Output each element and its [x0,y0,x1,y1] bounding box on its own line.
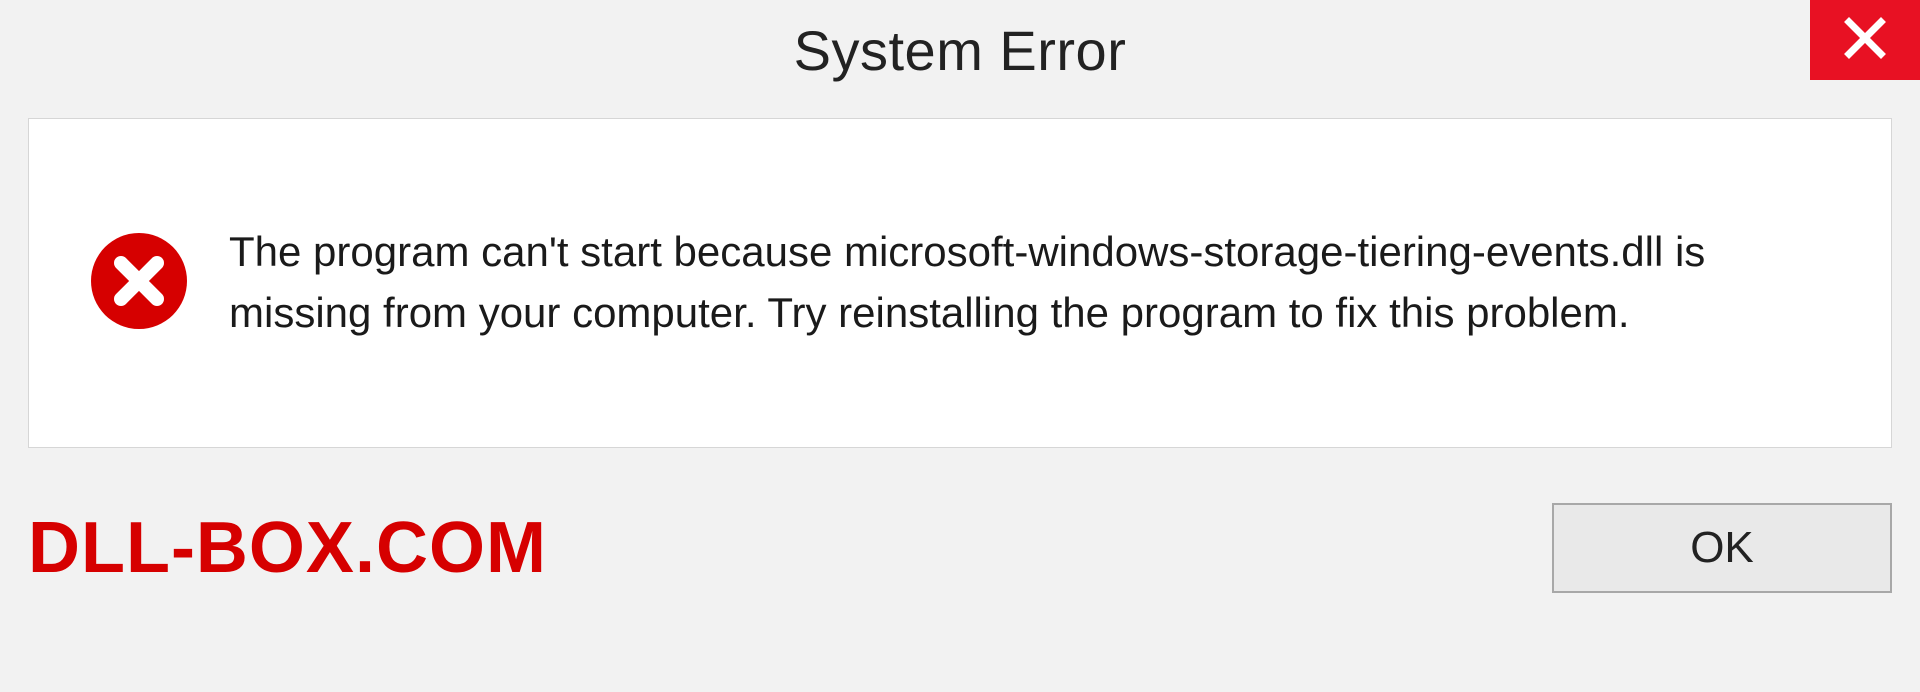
ok-button[interactable]: OK [1552,503,1892,593]
close-icon [1841,14,1889,67]
title-bar: System Error [0,0,1920,100]
close-button[interactable] [1810,0,1920,80]
brand-watermark: DLL-BOX.COM [28,507,547,589]
bottom-bar: DLL-BOX.COM OK [28,478,1892,618]
dialog-title: System Error [794,18,1127,83]
error-dialog: System Error The program can't start bec… [0,0,1920,692]
error-message: The program can't start because microsof… [229,222,1789,344]
ok-button-label: OK [1690,523,1754,573]
error-circle-icon [89,231,189,336]
content-panel: The program can't start because microsof… [28,118,1892,448]
